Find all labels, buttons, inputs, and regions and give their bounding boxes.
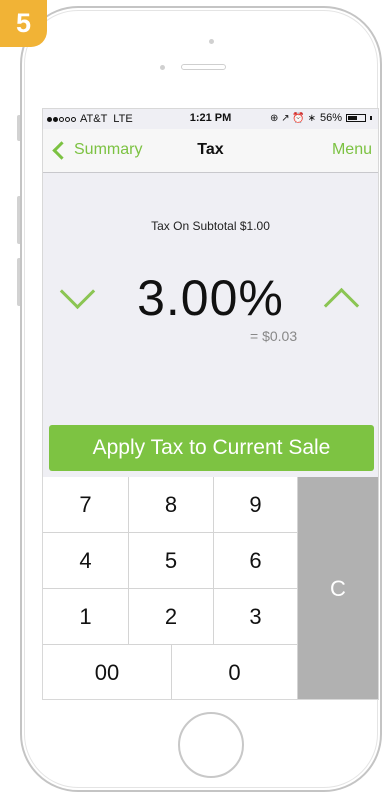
key-9[interactable]: 9 — [214, 477, 298, 533]
apply-tax-button[interactable]: Apply Tax to Current Sale — [49, 425, 374, 471]
key-8[interactable]: 8 — [129, 477, 214, 533]
tax-subtotal-caption: Tax On Subtotal $1.00 — [151, 219, 270, 233]
step-badge: 5 — [0, 0, 47, 47]
key-6[interactable]: 6 — [214, 533, 298, 589]
tax-amount: = $0.03 — [250, 328, 298, 344]
tax-percent-value: 3.00% — [137, 270, 284, 326]
key-1[interactable]: 1 — [43, 589, 129, 645]
phone-screen: AT&T LTE 1:21 PM ⊕ ↗ ⏰ ∗ 56% Summary Tax… — [42, 108, 379, 700]
key-4[interactable]: 4 — [43, 533, 129, 589]
navigation-bar: Summary Tax Menu — [43, 129, 378, 173]
status-icons: ⊕ ↗ ⏰ ∗ — [270, 112, 316, 124]
key-00[interactable]: 00 — [43, 645, 172, 699]
key-3[interactable]: 3 — [214, 589, 298, 645]
battery-icon — [346, 114, 366, 122]
battery-fill — [348, 116, 357, 120]
page-title: Tax — [197, 141, 224, 158]
earpiece-speaker — [181, 64, 226, 70]
status-bar: AT&T LTE 1:21 PM ⊕ ↗ ⏰ ∗ 56% — [43, 109, 378, 129]
menu-button[interactable]: Menu — [332, 141, 372, 159]
key-2[interactable]: 2 — [129, 589, 214, 645]
numeric-keypad: 7 8 9 4 5 6 1 2 3 00 0 C — [43, 477, 378, 699]
battery-percent: 56% — [319, 112, 342, 124]
key-5[interactable]: 5 — [129, 533, 214, 589]
front-camera — [209, 39, 214, 44]
clear-key[interactable]: C — [298, 477, 378, 699]
status-right: ⊕ ↗ ⏰ ∗ 56% — [270, 112, 372, 124]
proximity-sensor — [160, 65, 165, 70]
key-0[interactable]: 0 — [172, 645, 298, 699]
battery-tip — [370, 116, 372, 120]
key-7[interactable]: 7 — [43, 477, 129, 533]
home-button[interactable] — [178, 712, 244, 778]
